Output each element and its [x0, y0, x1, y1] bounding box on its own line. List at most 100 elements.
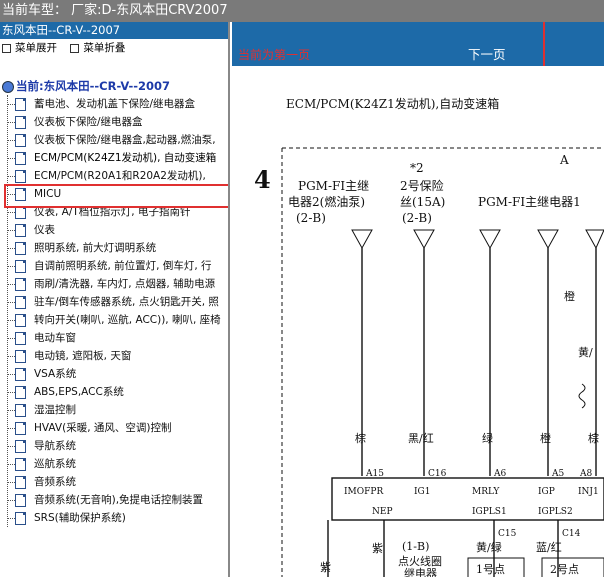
document-icon — [15, 152, 26, 165]
pin-a8: A8 — [579, 469, 592, 479]
fuse2-label-2: 丝(15A) — [400, 195, 445, 209]
document-icon — [15, 98, 26, 111]
coil2-label-1: 2号点 — [550, 563, 579, 576]
list-item[interactable]: 音频系统 — [0, 473, 228, 491]
ecm-pin-igpls2: IGPLS2 — [538, 507, 573, 517]
wires — [361, 248, 597, 476]
document-icon — [15, 476, 26, 489]
list-item[interactable]: 导航系统 — [0, 437, 228, 455]
list-item[interactable]: 驻车/倒车传感器系统, 点火钥匙开关, 照 — [0, 293, 228, 311]
document-icon — [15, 260, 26, 273]
globe-icon — [2, 81, 14, 93]
list-item[interactable]: SRS(辅助保护系统) — [0, 509, 228, 527]
list-item[interactable]: ABS,EPS,ACC系统 — [0, 383, 228, 401]
pin-c14: C14 — [562, 529, 581, 539]
list-item[interactable]: 电动镜, 遮阳板, 天窗 — [0, 347, 228, 365]
ecm-pin-imofpr: IMOFPR — [344, 487, 383, 497]
ecm-pin-ig1: IG1 — [414, 487, 430, 497]
diagram-title: ECM/PCM(K24Z1发动机),自动变速箱 — [286, 96, 499, 111]
document-icon — [15, 206, 26, 219]
document-icon — [15, 440, 26, 453]
list-item[interactable]: HVAV(采暖, 通风、空调)控制 — [0, 419, 228, 437]
list-item[interactable]: 仪表板下保险/继电器盒 — [0, 113, 228, 131]
wire-color-4: 橙 — [540, 431, 551, 445]
wire-color-1: 棕 — [355, 431, 366, 445]
yellow-label: 黄/ — [578, 345, 593, 359]
list-item[interactable]: 自调前照明系统, 前位置灯, 倒车灯, 行 — [0, 257, 228, 275]
document-icon — [15, 332, 26, 345]
document-icon — [15, 116, 26, 129]
relay2-label-3: (2-B) — [296, 211, 326, 225]
section-label: A — [559, 153, 569, 167]
list-item[interactable]: MICU — [0, 185, 228, 203]
document-icon — [15, 494, 26, 507]
wire-purple-2: 紫 — [320, 561, 331, 574]
list-item[interactable]: VSA系统 — [0, 365, 228, 383]
coil-relay-label-1: (1-B) — [402, 540, 429, 553]
ecm-pin-igp: IGP — [538, 487, 555, 497]
fuse2-label-3: (2-B) — [402, 211, 432, 225]
pin-a5: A5 — [551, 469, 564, 479]
wire-color-2: 黑/红 — [408, 432, 434, 445]
document-icon — [15, 458, 26, 471]
document-icon — [15, 404, 26, 417]
collapse-icon — [70, 43, 80, 53]
orange-label: 橙 — [564, 289, 575, 303]
ecm-pin-mrly: MRLY — [472, 487, 500, 497]
coil1-label-1: 1号点 — [476, 563, 505, 576]
wiring-diagram-svg: ECM/PCM(K24Z1发动机),自动变速箱 4 A *2 PGM-FI主继 … — [254, 96, 604, 577]
list-item[interactable]: 仪表板下保险/继电器盒,起动器,燃油泵, — [0, 131, 228, 149]
document-icon — [15, 296, 26, 309]
list-item[interactable]: 巡航系统 — [0, 455, 228, 473]
list-item[interactable]: 照明系统, 前大灯调明系统 — [0, 239, 228, 257]
document-icon — [15, 512, 26, 525]
document-icon — [15, 134, 26, 147]
coil-relay-label-3: 继电器 — [404, 567, 437, 577]
relay-coil — [578, 383, 586, 409]
pin-a15: A15 — [365, 469, 384, 479]
ecm-pin-nep: NEP — [372, 507, 393, 517]
connector-triangles — [351, 229, 604, 250]
fuse2-label-1: 2号保险 — [400, 178, 444, 193]
list-item[interactable]: 蓄电池、发动机盖下保险/继电器盒 — [0, 95, 228, 113]
document-icon — [15, 242, 26, 255]
list-item[interactable]: 湿温控制 — [0, 401, 228, 419]
document-icon — [15, 350, 26, 363]
document-icon — [15, 314, 26, 327]
sidebar: 东风本田--CR-V--2007 菜单展开 菜单折叠 当前:东风本田--CR-V… — [0, 22, 230, 577]
list-item-selected[interactable]: ECM/PCM(K24Z1发动机), 自动变速箱 — [0, 149, 228, 167]
relay1-label: PGM-FI主继电器1 — [478, 195, 581, 209]
wiring-diagram: ECM/PCM(K24Z1发动机),自动变速箱 4 A *2 PGM-FI主继 … — [232, 66, 604, 577]
pin-a6: A6 — [493, 469, 506, 479]
wire-color-5: 棕 — [588, 431, 599, 445]
ecm-pin-inj1: INJ1 — [578, 487, 599, 497]
tree-items: 蓄电池、发动机盖下保险/继电器盒 仪表板下保险/继电器盒 仪表板下保险/继电器盒… — [0, 95, 228, 527]
document-icon — [15, 368, 26, 381]
list-item[interactable]: ECM/PCM(R20A1和R20A2发动机), — [0, 167, 228, 185]
menu-tree: 当前:东风本田--CR-V--2007 蓄电池、发动机盖下保险/继电器盒 仪表板… — [0, 77, 228, 527]
pin-c15: C15 — [498, 529, 517, 539]
list-item[interactable]: 电动车窗 — [0, 329, 228, 347]
list-item[interactable]: 音频系统(无音响),免提电话控制装置 — [0, 491, 228, 509]
fuse-star-label: *2 — [410, 161, 424, 175]
wire-purple: 紫 — [372, 542, 383, 555]
wire-blue-red: 蓝/红 — [536, 541, 562, 554]
list-item[interactable]: 仪表 — [0, 221, 228, 239]
document-icon — [15, 422, 26, 435]
document-icon — [15, 278, 26, 291]
sidebar-toolbar: 菜单展开 菜单折叠 — [0, 39, 228, 57]
document-icon — [15, 170, 26, 183]
pin-c16: C16 — [428, 469, 447, 479]
sidebar-header: 东风本田--CR-V--2007 — [0, 22, 228, 39]
list-item[interactable]: 仪表, A/T档位指示灯, 电子指南针 — [0, 203, 228, 221]
coil-relay-label-2: 点火线圈 — [398, 554, 442, 568]
list-item[interactable]: 转向开关(喇叭, 巡航, ACC)), 喇叭, 座椅 — [0, 311, 228, 329]
list-item[interactable]: 雨刷/清洗器, 车内灯, 点烟器, 辅助电源 — [0, 275, 228, 293]
content-pane: 当前为第一页 下一页 ECM/PCM(K24Z1发动机),自动变速箱 4 A *… — [232, 22, 604, 577]
relay2-label-1: PGM-FI主继 — [298, 179, 369, 193]
ecm-pin-igpls1: IGPLS1 — [472, 507, 507, 517]
collapse-menu-button[interactable]: 菜单折叠 — [70, 39, 125, 57]
tree-root[interactable]: 当前:东风本田--CR-V--2007 — [0, 77, 228, 95]
expand-menu-button[interactable]: 菜单展开 — [2, 39, 57, 57]
wire-yellow-green: 黄/绿 — [476, 540, 502, 554]
